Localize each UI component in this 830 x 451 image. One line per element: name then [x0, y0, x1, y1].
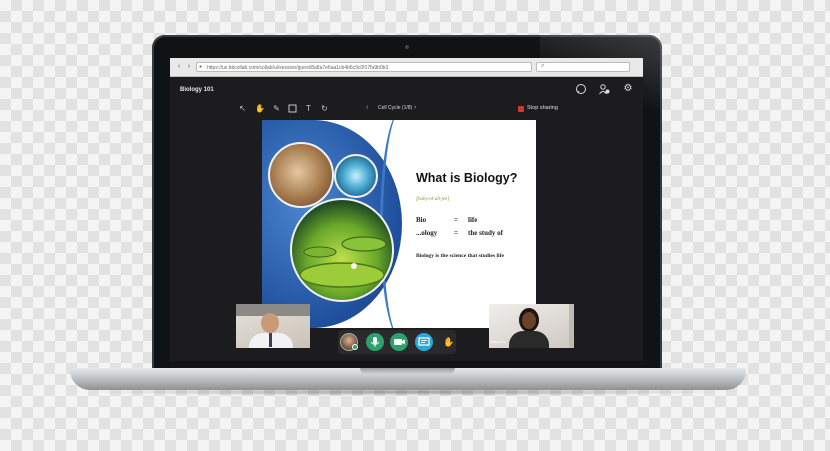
- stop-sharing-button[interactable]: Stop sharing: [527, 105, 558, 111]
- pen-icon[interactable]: ✎: [272, 104, 281, 113]
- lily-pads-photo: [290, 198, 394, 302]
- back-icon[interactable]: ‹: [175, 62, 183, 71]
- shape-icon[interactable]: [288, 104, 297, 113]
- browser-search-field[interactable]: [536, 62, 630, 72]
- person-tie: [269, 333, 272, 347]
- webcam-dot: [405, 45, 409, 49]
- settings-icon[interactable]: ⚙: [622, 83, 634, 95]
- text-icon[interactable]: T: [304, 104, 313, 113]
- equals-1: =: [454, 216, 458, 224]
- video-edge: [569, 304, 574, 348]
- chat-icon[interactable]: [575, 83, 587, 95]
- address-bar[interactable]: https://us.bbcollab.com/collab/ui/sessio…: [196, 62, 532, 72]
- raise-hand-button[interactable]: ✋: [440, 333, 458, 351]
- meaning-2: the study of: [468, 229, 504, 237]
- animal-photo: [268, 142, 334, 208]
- hand-icon[interactable]: ✋: [255, 104, 265, 113]
- pointer-icon[interactable]: ↖: [238, 104, 247, 113]
- person-face: [522, 312, 536, 329]
- slide-title: What is Biology?: [416, 171, 518, 185]
- share-content-button[interactable]: [415, 333, 433, 351]
- pronunciation: [bahy-ol-uh-jee]: [416, 197, 450, 202]
- course-title: Biology 101: [180, 87, 214, 93]
- presentation-slide: What is Biology? [bahy-ol-uh-jee] Bio = …: [262, 120, 536, 328]
- next-slide-icon[interactable]: ›: [414, 104, 416, 111]
- previous-slide-icon[interactable]: ‹: [366, 104, 368, 111]
- camera-button[interactable]: [390, 333, 408, 351]
- term-2: ...ology: [416, 229, 438, 237]
- forward-icon[interactable]: ›: [185, 62, 193, 71]
- slide-indicator: Cell Cycle (1/8): [378, 105, 412, 111]
- microphone-button[interactable]: [366, 333, 384, 351]
- lock-icon: ●: [199, 64, 203, 70]
- equals-2: =: [454, 229, 458, 237]
- slide-counter: (1/8): [401, 105, 413, 111]
- laptop-notch: [360, 368, 455, 374]
- stop-icon[interactable]: [518, 106, 524, 112]
- person-body: [509, 331, 549, 348]
- cells-photo: [334, 154, 378, 198]
- term-1: Bio: [416, 216, 427, 224]
- eraser-icon[interactable]: ↻: [320, 104, 329, 113]
- slide-description: Biology is the science that studies life: [416, 253, 504, 259]
- laptop-screen: ‹ › https://us.bbcollab.com/collab/ui/se…: [170, 58, 643, 361]
- participants-icon[interactable]: [598, 83, 610, 95]
- participant-name: SherylAnn: [490, 340, 507, 344]
- slide-label: Cell Cycle: [378, 105, 401, 111]
- meaning-1: life: [468, 216, 478, 224]
- person-head: [261, 313, 279, 333]
- presenter-video[interactable]: [236, 304, 310, 348]
- search-icon: ⌕: [541, 63, 545, 69]
- status-dot: [352, 344, 358, 350]
